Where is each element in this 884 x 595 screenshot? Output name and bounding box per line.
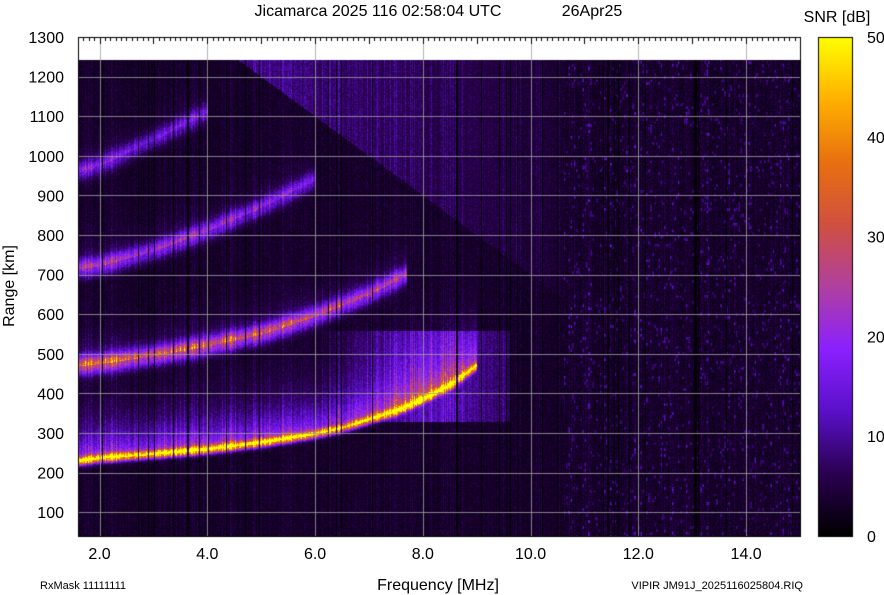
y-tick-label: 1300 [28,30,64,47]
x-tick-label: 6.0 [304,546,326,563]
y-tick-label: 1200 [28,70,64,87]
y-tick-label: 1000 [28,149,64,166]
chart-date: 26Apr25 [562,3,623,20]
colorbar-tick-label: 50 [867,30,884,47]
y-tick-label: 200 [37,466,64,483]
x-tick-label: 4.0 [196,546,218,563]
x-tick-label: 2.0 [88,546,110,563]
file-name-label: VIPIR JM91J_2025116025804.RIQ [631,580,803,592]
x-tick-label: 12.0 [623,546,654,563]
rx-mask-label: RxMask 11111111 [40,580,126,592]
colorbar-tick-label: 40 [867,130,884,147]
tick-labels: 2.0 4.0 6.0 8.0 10.0 12.0 14.01002003004005006… [28,30,884,563]
y-tick-label: 600 [37,307,64,324]
x-tick-label: 8.0 [412,546,434,563]
x-tick-label: 10.0 [515,546,546,563]
y-tick-label: 900 [37,188,64,205]
chart-title: Jicamarca 2025 116 02:58:04 UTC [255,3,502,20]
x-tick-label: 14.0 [731,546,762,563]
y-tick-label: 700 [37,268,64,285]
colorbar-tick-label: 30 [867,230,884,247]
colorbar-tick-label: 0 [867,529,876,546]
y-tick-label: 400 [37,386,64,403]
y-tick-label: 800 [37,228,64,245]
x-axis-label: Frequency [MHz] [377,577,499,594]
y-axis-label: Range [km] [1,245,18,327]
colorbar-label: SNR [dB] [804,9,871,26]
y-tick-label: 300 [37,426,64,443]
chart-overlay: Jicamarca 2025 116 02:58:04 UTC 26Apr25 … [1,3,884,594]
colorbar-tick-label: 10 [867,429,884,446]
colorbar-tick-label: 20 [867,329,884,346]
y-tick-label: 1100 [30,109,65,126]
y-tick-label: 100 [37,505,64,522]
y-tick-label: 500 [37,347,64,364]
